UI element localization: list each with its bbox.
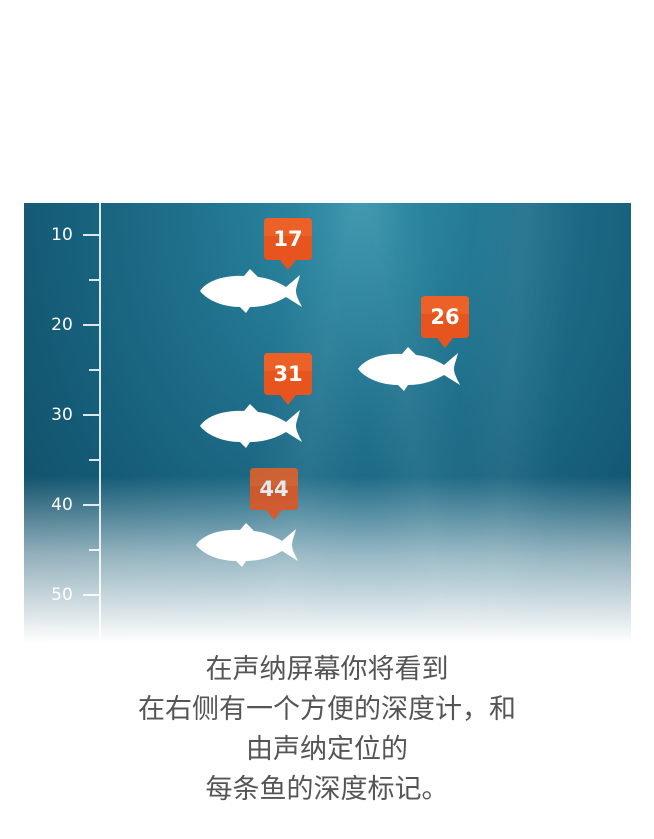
depth-tick-40: [83, 504, 99, 506]
depth-label: 10: [51, 225, 73, 245]
caption: 在声纳屏幕你将看到 在右侧有一个方便的深度计，和 由声纳定位的 每条鱼的深度标记…: [20, 650, 634, 810]
depth-marker-value: 44: [259, 477, 289, 501]
depth-marker-badge: 44: [250, 468, 298, 520]
depth-label: 40: [51, 495, 73, 515]
caption-line: 每条鱼的深度标记。: [205, 774, 449, 805]
depth-tick-minor: [89, 279, 99, 281]
sonar-screen: 10 20 30 40 50 17 26 31 44: [24, 203, 631, 643]
depth-marker-badge: 17: [264, 218, 312, 270]
depth-marker-badge: 31: [264, 353, 312, 405]
depth-marker-value: 17: [273, 227, 303, 251]
depth-label: 20: [51, 315, 73, 335]
depth-tick-30: [83, 414, 99, 416]
depth-tick-minor: [89, 549, 99, 551]
depth-tick-minor: [89, 369, 99, 371]
caption-line: 在右侧有一个方便的深度计，和: [138, 694, 516, 725]
caption-line: 由声纳定位的: [246, 734, 408, 765]
depth-label: 30: [51, 405, 73, 425]
caption-line: 在声纳屏幕你将看到: [205, 654, 449, 685]
depth-tick-20: [83, 324, 99, 326]
fish-icon: [358, 347, 460, 391]
fish-icon: [200, 269, 302, 313]
depth-tick-minor: [89, 459, 99, 461]
fish-icon: [196, 523, 298, 567]
fish-icon: [200, 404, 302, 448]
page: 10 20 30 40 50 17 26 31 44 在声纳屏幕你将看到 在右侧…: [0, 0, 654, 839]
depth-marker-badge: 26: [421, 296, 469, 348]
depth-label: 50: [51, 585, 73, 605]
depth-marker-value: 31: [273, 362, 303, 386]
light-rays: [24, 203, 631, 643]
depth-tick-10: [83, 234, 99, 236]
depth-scale-line: [99, 203, 101, 643]
depth-marker-value: 26: [430, 305, 460, 329]
depth-tick-50: [83, 594, 99, 596]
